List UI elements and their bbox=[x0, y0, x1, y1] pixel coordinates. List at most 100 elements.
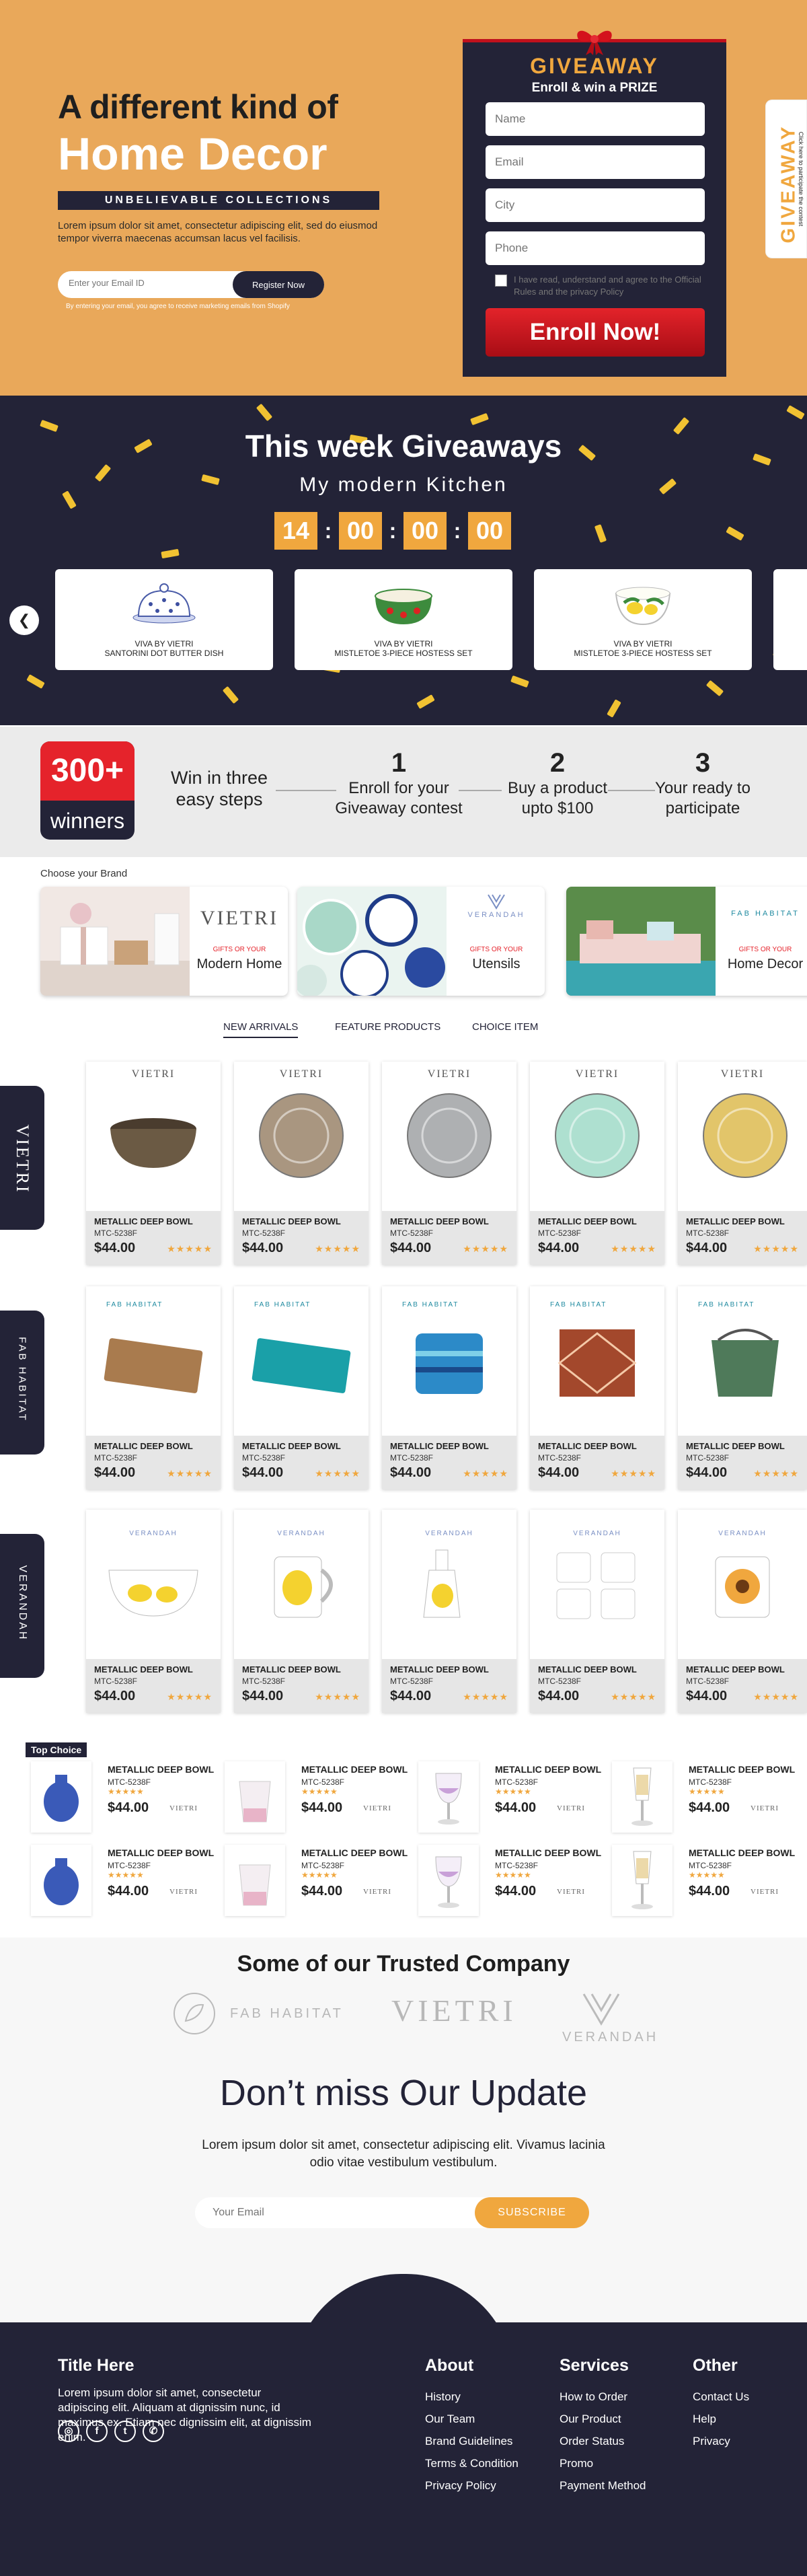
rating-stars-icon: ★★★★★ bbox=[315, 1691, 360, 1702]
product-card[interactable]: FAB HABITAT METALLIC DEEP BOWL MTC-5238F $4… bbox=[234, 1286, 369, 1489]
product-card[interactable]: VIETRI METALLIC DEEP BOWL MTC-5238F $44.00 ★… bbox=[678, 1062, 807, 1265]
footer-link-privacy[interactable]: Privacy bbox=[693, 2430, 749, 2452]
product-card[interactable]: VIETRI METALLIC DEEP BOWL MTC-5238F $44.00 ★… bbox=[86, 1062, 221, 1265]
footer-link-promo[interactable]: Promo bbox=[560, 2452, 646, 2474]
top-choice-item[interactable]: METALLIC DEEP BOWL MTC-5238F ★★★★★ $44.00 VI… bbox=[31, 1761, 223, 1833]
product-code: MTC-5238F bbox=[689, 1777, 732, 1787]
footer-link-how-to-order[interactable]: How to Order bbox=[560, 2386, 646, 2408]
product-code: MTC-5238F bbox=[242, 1453, 286, 1463]
product-code: MTC-5238F bbox=[301, 1777, 345, 1787]
carousel-prev-button[interactable]: ❮ bbox=[9, 605, 39, 635]
product-name: METALLIC DEEP BOWL bbox=[686, 1664, 785, 1675]
email-field[interactable] bbox=[486, 145, 705, 179]
tab-feature-products[interactable]: FEATURE PRODUCTS bbox=[335, 1021, 440, 1033]
product-card[interactable]: VERANDAH METALLIC DEEP BOWL MTC-5238F $44.0… bbox=[86, 1510, 221, 1713]
product-name: METALLIC DEEP BOWL bbox=[686, 1216, 785, 1226]
register-button[interactable]: Register Now bbox=[233, 271, 324, 298]
footer-link-payment-method[interactable]: Payment Method bbox=[560, 2474, 646, 2497]
top-choice-item[interactable]: METALLIC DEEP BOWL MTC-5238F ★★★★★ $44.00 VI… bbox=[418, 1761, 611, 1833]
brand-gifts-label: GIFTS OR YOUR bbox=[738, 946, 792, 953]
top-choice-item[interactable]: METALLIC DEEP BOWL MTC-5238F ★★★★★ $44.00 VI… bbox=[418, 1845, 611, 1916]
giveaway-product-card[interactable]: VIVA BY VIETRI SANTORINI DOT BUTTER DISH bbox=[55, 569, 273, 670]
product-code: MTC-5238F bbox=[686, 1453, 730, 1463]
rating-stars-icon: ★★★★★ bbox=[495, 1870, 531, 1880]
confetti-piece bbox=[594, 524, 607, 543]
product-card[interactable]: VIETRI METALLIC DEEP BOWL MTC-5238F $44.00 ★… bbox=[382, 1062, 516, 1265]
whatsapp-icon[interactable]: ✆ bbox=[143, 2421, 164, 2442]
facebook-icon[interactable]: f bbox=[86, 2421, 108, 2442]
tab-new-arrivals[interactable]: NEW ARRIVALS bbox=[223, 1021, 299, 1038]
product-card[interactable]: VIETRI METALLIC DEEP BOWL MTC-5238F $44.00 ★… bbox=[530, 1062, 664, 1265]
twitter-icon[interactable]: t bbox=[114, 2421, 136, 2442]
product-card[interactable]: VERANDAH METALLIC DEEP BOWL MTC-5238F $44.0… bbox=[382, 1510, 516, 1713]
timer-seconds: 00 bbox=[468, 512, 511, 550]
brand-card-verandah[interactable]: VERANDAH GIFTS OR YOUR Utensils bbox=[297, 887, 545, 996]
product-card[interactable]: VERANDAH METALLIC DEEP BOWL MTC-5238F $44.0… bbox=[678, 1510, 807, 1713]
product-card[interactable]: FAB HABITAT METALLIC DEEP BOWL MTC-5238F $4… bbox=[382, 1286, 516, 1489]
winners-count: 300+ bbox=[40, 741, 134, 801]
city-field[interactable] bbox=[486, 188, 705, 222]
giveaway-side-tab[interactable]: GIVEAWAY Click here to participate the c… bbox=[765, 100, 807, 258]
product-card[interactable]: FAB HABITAT METALLIC DEEP BOWL MTC-5238F $4… bbox=[530, 1286, 664, 1489]
top-choice-item[interactable]: METALLIC DEEP BOWL MTC-5238F ★★★★★ $44.00 VI… bbox=[612, 1845, 804, 1916]
footer-link-brand-guidelines[interactable]: Brand Guidelines bbox=[425, 2430, 518, 2452]
product-card[interactable]: VERANDAH METALLIC DEEP BOWL MTC-5238F $44.0… bbox=[530, 1510, 664, 1713]
giveaway-product-card[interactable]: VIVA BY VIETRI MISTLETOE 3-PIECE HOSTESS… bbox=[295, 569, 512, 670]
tab-choice-item[interactable]: CHOICE ITEM bbox=[472, 1021, 538, 1033]
giveaway-product-card[interactable]: VIVA BY VIETRI MISTLETOE 3-PIECE HOSTESS… bbox=[534, 569, 752, 670]
brand-logo: VERANDAH bbox=[467, 911, 525, 919]
product-name: METALLIC DEEP BOWL bbox=[94, 1664, 193, 1675]
instagram-icon[interactable]: ◎ bbox=[58, 2421, 79, 2442]
name-field[interactable] bbox=[486, 102, 705, 136]
product-info: METALLIC DEEP BOWL MTC-5238F $44.00 ★★★★★ bbox=[86, 1659, 221, 1713]
giveaway-product-card-partial[interactable] bbox=[773, 569, 807, 670]
top-choice-item[interactable]: METALLIC DEEP BOWL MTC-5238F ★★★★★ $44.00 VI… bbox=[225, 1761, 417, 1833]
top-choice-item[interactable]: METALLIC DEEP BOWL MTC-5238F ★★★★★ $44.00 VI… bbox=[612, 1761, 804, 1833]
brand-card-fab-habitat[interactable]: FAB HABITAT GIFTS OR YOUR Home Decor bbox=[566, 887, 807, 996]
rating-stars-icon: ★★★★★ bbox=[463, 1243, 508, 1254]
agree-checkbox[interactable] bbox=[495, 274, 507, 287]
product-brand: VIETRI bbox=[363, 1888, 392, 1896]
phone-field[interactable] bbox=[486, 231, 705, 265]
product-card[interactable]: VERANDAH METALLIC DEEP BOWL MTC-5238F $44.0… bbox=[234, 1510, 369, 1713]
footer-link-contact[interactable]: Contact Us bbox=[693, 2386, 749, 2408]
product-card[interactable]: FAB HABITAT METALLIC DEEP BOWL MTC-5238F $4… bbox=[86, 1286, 221, 1489]
product-brand-logo: VIETRI bbox=[131, 1068, 176, 1080]
footer-link-our-product[interactable]: Our Product bbox=[560, 2408, 646, 2430]
butter-dish-icon bbox=[132, 583, 196, 624]
product-code: MTC-5238F bbox=[390, 1228, 434, 1238]
side-brand-fab-habitat[interactable]: FAB HABITAT bbox=[0, 1311, 44, 1455]
subscribe-email-input[interactable] bbox=[213, 2207, 434, 2219]
product-name: METALLIC DEEP BOWL bbox=[495, 1847, 602, 1858]
product-info: METALLIC DEEP BOWL MTC-5238F $44.00 ★★★★★ bbox=[382, 1659, 516, 1713]
footer-link-order-status[interactable]: Order Status bbox=[560, 2430, 646, 2452]
plate-taupe-icon bbox=[259, 1093, 344, 1178]
footer-link-privacy-policy[interactable]: Privacy Policy bbox=[425, 2474, 518, 2497]
footer-link-help[interactable]: Help bbox=[693, 2408, 749, 2430]
side-brand-vietri[interactable]: VIETRI bbox=[0, 1086, 44, 1230]
enroll-button[interactable]: Enroll Now! bbox=[486, 308, 705, 357]
gifts-photo bbox=[40, 887, 190, 996]
footer-link-history[interactable]: History bbox=[425, 2386, 518, 2408]
brand-card-vietri[interactable]: VIETRI GIFTS OR YOUR Modern Home bbox=[40, 887, 288, 996]
product-code: MTC-5238F bbox=[94, 1677, 138, 1686]
subscribe-button[interactable]: SUBSCRIBE bbox=[475, 2197, 589, 2228]
product-card[interactable]: VIETRI METALLIC DEEP BOWL MTC-5238F $44.00 ★… bbox=[234, 1062, 369, 1265]
product-info: METALLIC DEEP BOWL MTC-5238F $44.00 ★★★★★ bbox=[382, 1436, 516, 1489]
product-name: METALLIC DEEP BOWL bbox=[301, 1847, 408, 1858]
product-code: MTC-5238F bbox=[538, 1453, 582, 1463]
product-brand-logo: FAB HABITAT bbox=[106, 1301, 163, 1309]
confetti-piece bbox=[786, 405, 805, 420]
product-card[interactable]: FAB HABITAT METALLIC DEEP BOWL MTC-5238F $4… bbox=[678, 1286, 807, 1489]
product-name: METALLIC DEEP BOWL bbox=[301, 1764, 408, 1775]
footer-link-terms[interactable]: Terms & Condition bbox=[425, 2452, 518, 2474]
product-info: METALLIC DEEP BOWL MTC-5238F $44.00 ★★★★★ bbox=[678, 1659, 807, 1713]
top-choice-item[interactable]: METALLIC DEEP BOWL MTC-5238F ★★★★★ $44.00 VI… bbox=[31, 1845, 223, 1916]
brand-category: Home Decor bbox=[727, 957, 804, 971]
product-price: $44.00 bbox=[495, 1884, 537, 1899]
footer-link-team[interactable]: Our Team bbox=[425, 2408, 518, 2430]
hero-email-input[interactable] bbox=[69, 278, 223, 288]
product-code: MTC-5238F bbox=[94, 1453, 138, 1463]
side-brand-verandah[interactable]: VERANDAH bbox=[0, 1534, 44, 1678]
top-choice-item[interactable]: METALLIC DEEP BOWL MTC-5238F ★★★★★ $44.00 VI… bbox=[225, 1845, 417, 1916]
